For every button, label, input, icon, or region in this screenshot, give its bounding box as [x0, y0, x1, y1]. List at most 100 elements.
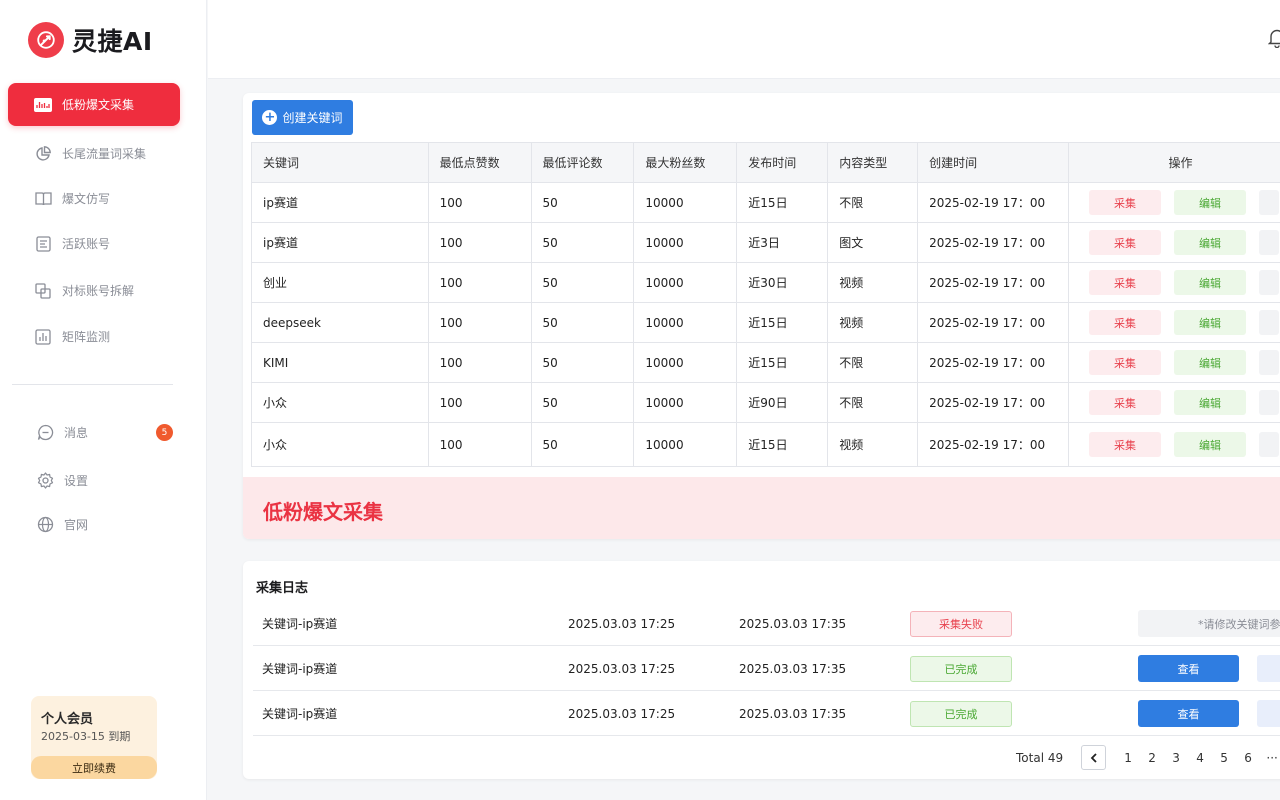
cell-min-comments: 50	[530, 342, 635, 383]
sidebar-item-benchmark[interactable]: 对标账号拆解	[8, 269, 180, 312]
cell-min-comments: 50	[530, 222, 635, 263]
sidebar-item-long-tail[interactable]: 长尾流量词采集	[8, 132, 180, 175]
cell-publish: 近15日	[736, 342, 829, 383]
error-hint: *请修改关键词参数	[1138, 610, 1280, 637]
collect-button[interactable]: 采集	[1089, 190, 1161, 215]
page-number[interactable]: 3	[1164, 751, 1188, 765]
cell-type: 视频	[827, 262, 919, 303]
sidebar-item-matrix-monitor[interactable]: 矩阵监测	[8, 315, 180, 358]
sidebar-item-website[interactable]: 官网	[8, 503, 180, 546]
unread-badge: 5	[156, 424, 173, 441]
bar-chart-icon	[34, 328, 52, 346]
edit-button[interactable]: 编辑	[1174, 432, 1246, 457]
edit-button[interactable]: 编辑	[1174, 230, 1246, 255]
more-actions-button[interactable]	[1259, 190, 1279, 215]
view-button[interactable]: 查看	[1138, 700, 1239, 727]
edit-button[interactable]: 编辑	[1174, 350, 1246, 375]
sidebar-item-imitate[interactable]: 爆文仿写	[8, 177, 180, 220]
cell-type: 图文	[827, 222, 919, 263]
edit-button[interactable]: 编辑	[1174, 190, 1246, 215]
secondary-action-button[interactable]	[1257, 655, 1280, 682]
more-actions-button[interactable]	[1259, 390, 1279, 415]
page-number[interactable]: 6	[1236, 751, 1260, 765]
log-row: 关键词-ip赛道 2025.03.03 17:25 2025.03.03 17:35…	[253, 691, 1280, 736]
more-actions-button[interactable]	[1259, 230, 1279, 255]
cell-max-fans: 10000	[633, 382, 738, 423]
table-header-row: 关键词 最低点赞数 最低评论数 最大粉丝数 发布时间 内容类型 创建时间 操作	[251, 142, 1280, 183]
cell-publish: 近30日	[736, 262, 829, 303]
page-number[interactable]: 5	[1212, 751, 1236, 765]
sidebar-item-low-fans-collect[interactable]: 低粉爆文采集	[8, 83, 180, 126]
more-actions-button[interactable]	[1259, 270, 1279, 295]
membership-card: 个人会员 2025-03-15 到期 立即续费	[31, 696, 157, 779]
cell-created: 2025-02-19 17：00	[917, 182, 1069, 223]
cell-type: 不限	[827, 182, 919, 223]
log-title: 采集日志	[256, 581, 309, 596]
cell-max-fans: 10000	[633, 182, 738, 223]
table-row: 小众 100 50 10000 近90日 不限 2025-02-19 17：00 采集 编辑	[251, 382, 1280, 423]
edit-button[interactable]: 编辑	[1174, 310, 1246, 335]
edit-button[interactable]: 编辑	[1174, 270, 1246, 295]
collect-button[interactable]: 采集	[1089, 390, 1161, 415]
secondary-action-button[interactable]	[1257, 700, 1280, 727]
bell-icon[interactable]	[1267, 28, 1280, 51]
page-number[interactable]: 4	[1188, 751, 1212, 765]
status-badge: 已完成	[910, 655, 1012, 682]
cell-actions: 采集 编辑	[1068, 422, 1280, 467]
cell-type: 不限	[827, 382, 919, 423]
sidebar-item-active-accounts[interactable]: 活跃账号	[8, 222, 180, 265]
table-row: deepseek 100 50 10000 近15日 视频 2025-02-19 17：00…	[251, 302, 1280, 343]
table-row: 创业 100 50 10000 近30日 视频 2025-02-19 17：00 采集 编辑	[251, 262, 1280, 303]
cell-min-comments: 50	[530, 422, 635, 467]
view-button[interactable]: 查看	[1138, 655, 1239, 682]
prev-page-button[interactable]	[1081, 745, 1107, 770]
collect-button[interactable]: 采集	[1089, 230, 1161, 255]
brand-name: 灵捷AI	[72, 27, 153, 56]
brand-logo[interactable]: 灵捷AI	[28, 22, 153, 58]
cell-type: 视频	[827, 302, 919, 343]
page-number[interactable]: 2	[1140, 751, 1164, 765]
globe-icon	[36, 516, 54, 534]
sidebar-item-label: 对标账号拆解	[62, 284, 135, 298]
log-start-time: 2025.03.03 17:25	[568, 661, 676, 676]
chart-badge-icon	[34, 96, 52, 114]
open-book-icon	[34, 190, 52, 208]
collection-log-panel: 采集日志 关键词-ip赛道 2025.03.03 17:25 2025.03.03 …	[243, 561, 1280, 779]
cell-min-likes: 100	[427, 422, 532, 467]
column-header: 最低评论数	[530, 142, 635, 183]
column-header: 发布时间	[736, 142, 829, 183]
collect-button[interactable]: 采集	[1089, 310, 1161, 335]
column-header: 操作	[1068, 142, 1280, 183]
create-keyword-label: 创建关键词	[282, 111, 343, 125]
page-number[interactable]: 1	[1116, 751, 1140, 765]
collect-button[interactable]: 采集	[1089, 350, 1161, 375]
table-row: 小众 100 50 10000 近15日 视频 2025-02-19 17：00 采集 编辑	[251, 422, 1280, 467]
log-row: 关键词-ip赛道 2025.03.03 17:25 2025.03.03 17:35…	[253, 646, 1280, 691]
pagination-ellipsis[interactable]: ···	[1260, 751, 1280, 765]
sidebar-item-settings[interactable]: 设置	[8, 459, 180, 502]
cell-max-fans: 10000	[633, 342, 738, 383]
sidebar-item-label: 设置	[64, 474, 89, 488]
more-actions-button[interactable]	[1259, 310, 1279, 335]
log-end-time: 2025.03.03 17:35	[739, 616, 847, 631]
more-actions-button[interactable]	[1259, 350, 1279, 375]
cell-actions: 采集 编辑	[1068, 382, 1280, 423]
sidebar-item-messages[interactable]: 消息 5	[8, 411, 180, 454]
cell-min-comments: 50	[530, 382, 635, 423]
log-start-time: 2025.03.03 17:25	[568, 706, 676, 721]
renew-button[interactable]: 立即续费	[31, 756, 157, 779]
log-keyword: 关键词-ip赛道	[262, 617, 338, 631]
log-row: 关键词-ip赛道 2025.03.03 17:25 2025.03.03 17:35…	[253, 601, 1280, 646]
table-row: ip赛道 100 50 10000 近15日 不限 2025-02-19 17：00 采集 编辑	[251, 182, 1280, 223]
more-actions-button[interactable]	[1259, 432, 1279, 457]
sidebar-item-label: 消息	[64, 426, 89, 440]
top-bar	[208, 0, 1280, 79]
column-header: 关键词	[251, 142, 429, 183]
edit-button[interactable]: 编辑	[1174, 390, 1246, 415]
sidebar-item-label: 官网	[64, 518, 89, 532]
cell-keyword: ip赛道	[251, 222, 429, 263]
collect-button[interactable]: 采集	[1089, 270, 1161, 295]
collect-button[interactable]: 采集	[1089, 432, 1161, 457]
cell-keyword: KIMI	[251, 342, 429, 383]
create-keyword-button[interactable]: + 创建关键词	[252, 100, 353, 135]
